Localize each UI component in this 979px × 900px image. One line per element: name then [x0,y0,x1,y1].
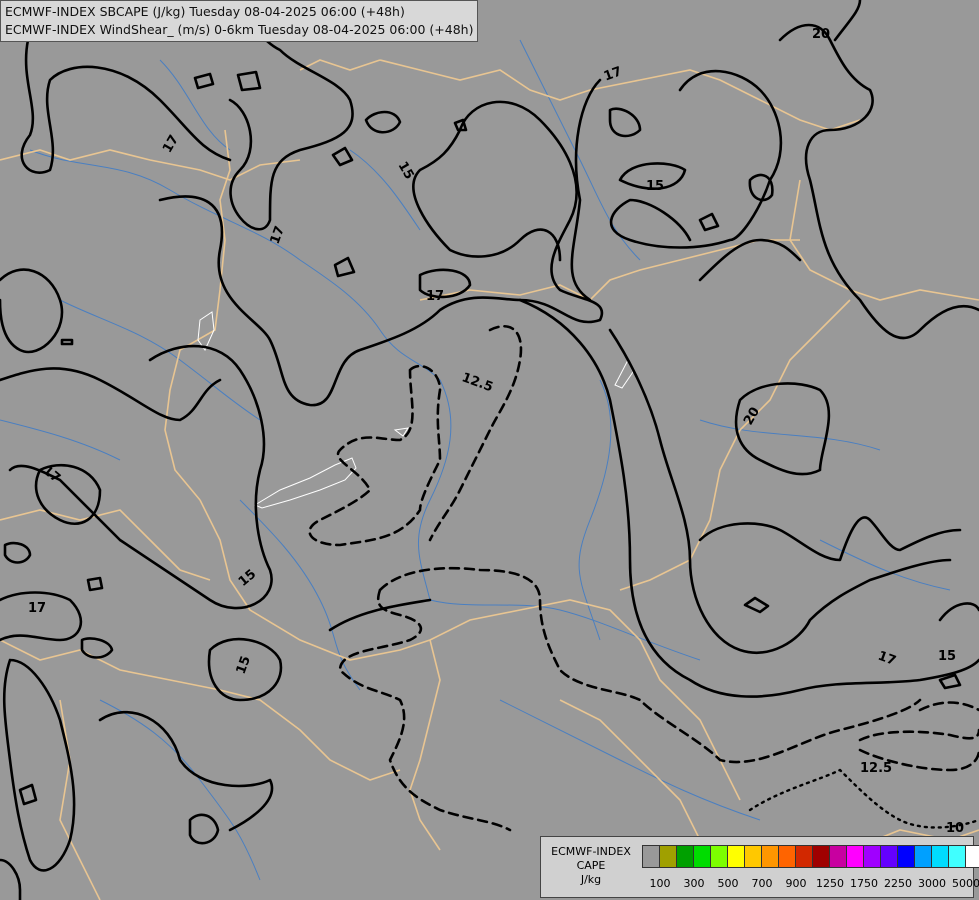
country-borders [0,59,979,900]
legend-swatch [728,846,745,867]
forecast-map: 20 17 17 15 15 17 17 12.5 20 17 15 17 15… [0,0,979,900]
lakes [197,311,634,509]
contour-label: 17 [426,289,444,304]
legend-swatch [915,846,932,867]
legend-title: ECMWF-INDEX CAPE J/kg [545,845,637,887]
legend-swatch [898,846,915,867]
legend-swatch [779,846,796,867]
legend-swatch [949,846,966,867]
legend-swatch [881,846,898,867]
contour-label: 15 [234,654,254,676]
legend-swatch [762,846,779,867]
legend-swatch [796,846,813,867]
contour-label: 17 [39,463,63,486]
contour-label: 17 [602,64,624,84]
legend-tick-label: 3000 [918,877,946,890]
contour-label: 10 [946,821,964,836]
legend-tick-label: 900 [785,877,807,890]
contour-label: 15 [236,567,260,590]
cape-legend: ECMWF-INDEX CAPE J/kg 100 300 500 700 900 125… [540,836,979,898]
legend-swatch [813,846,830,867]
contour-label: 12.5 [860,761,892,776]
legend-swatch [932,846,949,867]
title-line-cape: ECMWF-INDEX SBCAPE (J/kg) Tuesday 08-04-… [5,4,405,19]
legend-swatch [966,846,979,867]
solid-contours [0,0,979,900]
legend-swatch [677,846,694,867]
legend-swatch [694,846,711,867]
legend-swatch [660,846,677,867]
contour-label: 17 [160,132,182,155]
legend-swatch [643,846,660,867]
legend-tick-label: 2250 [884,877,912,890]
legend-title-line: J/kg [580,873,602,886]
contour-labels: 20 17 17 15 15 17 17 12.5 20 17 15 17 15… [28,27,964,836]
legend-swatch [847,846,864,867]
title-line-windshear: ECMWF-INDEX WindShear_ (m/s) 0-6km Tuesd… [5,22,474,37]
legend-tick-label: 100 [649,877,671,890]
legend-tick-label: 500 [717,877,739,890]
contour-label: 15 [938,649,956,664]
legend-swatch [745,846,762,867]
legend-swatch [711,846,728,867]
contour-label: 15 [646,179,664,194]
legend-tick-label: 1250 [816,877,844,890]
legend-tick-label: 300 [683,877,705,890]
contour-label: 12.5 [460,370,495,395]
contour-label: 17 [28,601,46,616]
contour-label: 17 [876,649,898,669]
legend-swatch [830,846,847,867]
legend-tick-label: 5000 [952,877,979,890]
legend-title-line: CAPE [576,859,606,872]
contour-label: 20 [812,27,830,42]
legend-tick-label: 1750 [850,877,878,890]
legend-title-line: ECMWF-INDEX [551,845,631,858]
legend-tick-label: 700 [751,877,773,890]
contour-label: 17 [268,224,288,246]
map-title: ECMWF-INDEX SBCAPE (J/kg) Tuesday 08-04-… [0,0,479,42]
legend-color-scale [642,845,979,868]
legend-swatch [864,846,881,867]
